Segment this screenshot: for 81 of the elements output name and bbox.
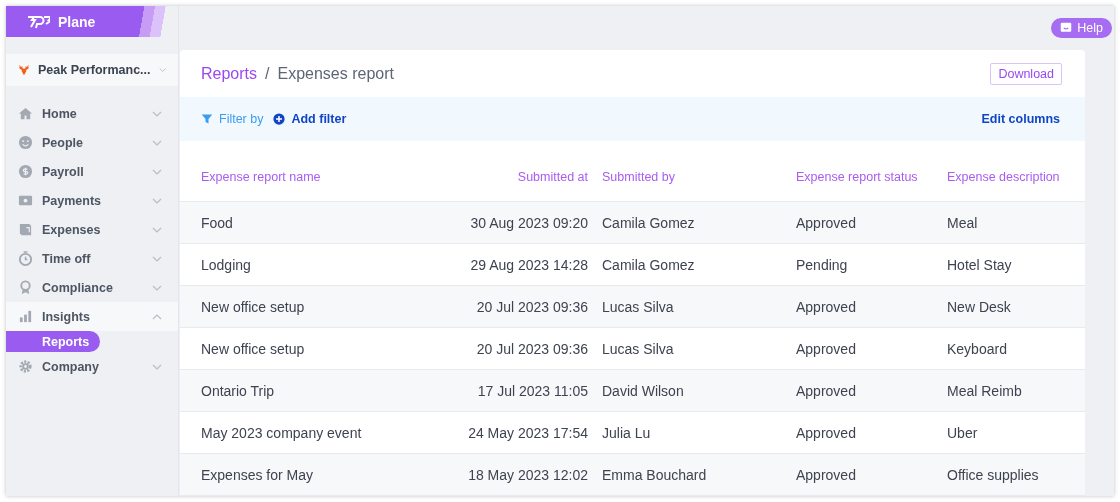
breadcrumb-link[interactable]: Reports [201,64,258,83]
table-cell-text: Approved [796,466,857,483]
chevron-icon [152,168,162,175]
download-button[interactable]: Download [990,62,1062,85]
table-cell-text: 17 Jul 2023 11:05 [476,382,589,399]
table-cell-text: Approved [796,340,857,357]
nav-item[interactable]: Expenses [6,215,178,244]
chat-icon [1060,22,1073,34]
table-cell-text: Lucas Silva [602,298,675,315]
bar-chart-icon [18,309,33,324]
chevron-icon [152,226,162,233]
chevron-icon [152,110,162,117]
filter-label: Filter by [219,112,264,126]
table-cell-text: Lodging [201,256,252,273]
chevron-icon [152,313,162,320]
table-cell-text: Expenses for May [201,466,315,483]
stopwatch-icon [18,251,33,266]
nav-subitem[interactable]: Reports [6,331,101,352]
column-header[interactable]: Expense report name [201,160,445,184]
table-cell-text: Camila Gomez [602,214,696,231]
funnel-icon [201,113,213,125]
table-cell-text: New Desk [947,298,1012,315]
gear-icon [18,359,33,374]
table-cell-text: Office supplies [947,466,1040,483]
nav-item[interactable]: Company [6,352,178,381]
table-cell-text: Pending [796,256,849,273]
nav-item[interactable]: Compliance [6,273,178,302]
table-cell-text: Approved [796,214,857,231]
plus-circle-icon [273,113,286,125]
table-cell-text: Lucas Silva [602,340,675,357]
home-icon [18,106,33,121]
chevron-icon [152,284,162,291]
table-cell-text: David Wilson [602,382,685,399]
column-header[interactable]: Submitted at [445,160,602,184]
table-cell-text: Uber [947,424,979,441]
table-cell-text: Approved [796,424,857,441]
table-cell-text: Keyboard [947,340,1008,357]
banknote-icon [18,193,33,208]
breadcrumb-current: Expenses report [277,64,394,83]
table-cell-text: Meal Reimb [947,382,1023,399]
table-cell-text: Meal [947,214,979,231]
column-header[interactable]: Expense report status [796,160,947,184]
nav-item[interactable]: Home [6,99,178,128]
dollar-coin-icon [18,164,33,179]
table-cell-text: 20 Jul 2023 09:36 [475,298,589,315]
edit-columns-button[interactable]: Edit columns [981,112,1060,126]
table-cell-text: 18 May 2023 12:02 [467,466,589,483]
table-cell-text: Camila Gomez [602,256,696,273]
company-switcher[interactable]: Peak Performanc... [6,54,178,86]
chevron-icon [152,363,162,370]
nav-item[interactable]: Payments [6,186,178,215]
nav-item[interactable]: Payroll [6,157,178,186]
nav-item[interactable]: Time off [6,244,178,273]
chevron-icon [158,67,166,73]
chevron-icon [152,139,162,146]
ribbon-award-icon [18,280,33,295]
table-cell-text: Hotel Stay [947,256,1013,273]
table-cell-text: 30 Aug 2023 09:20 [469,214,589,231]
table-cell-text: Approved [796,298,857,315]
chevron-icon [152,255,162,262]
column-header[interactable]: Submitted by [602,160,796,184]
table-cell-text: New office setup [201,298,306,315]
breadcrumb-separator: / [265,64,270,83]
table-cell-text: Emma Bouchard [602,466,708,483]
column-header[interactable]: Expense description [947,160,1085,184]
smiley-icon [18,135,33,150]
add-filter-button[interactable]: Add filter [273,112,347,126]
table-cell-text: 24 May 2023 17:54 [467,424,589,441]
help-button[interactable]: Help [1051,18,1112,38]
table-cell-text: May 2023 company event [201,424,363,441]
chevron-icon [152,197,162,204]
table-cell-text: Food [201,214,234,231]
nav-item[interactable]: People [6,128,178,157]
table-cell-text: New office setup [201,340,306,357]
table-cell-text: 29 Aug 2023 14:28 [469,256,589,273]
table-cell-text: 20 Jul 2023 09:36 [475,340,589,357]
table-cell-text: Ontario Trip [201,382,276,399]
table-cell-text: Julia Lu [602,424,652,441]
brand-name: Plane [58,13,96,30]
table-cell-text: Approved [796,382,857,399]
nav-item[interactable]: Insights [6,302,178,331]
